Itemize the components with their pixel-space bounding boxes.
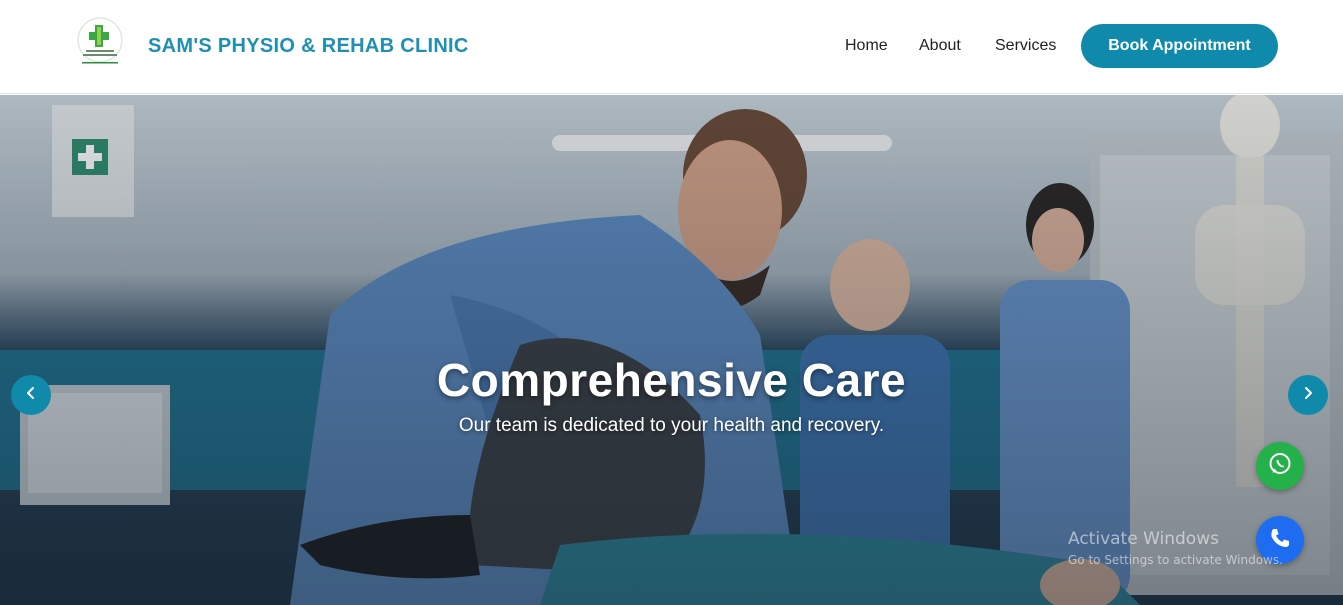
watermark-line2: Go to Settings to activate Windows.	[1068, 553, 1283, 567]
hero-title: Comprehensive Care	[436, 354, 907, 406]
hero-carousel: Comprehensive Care Our team is dedicated…	[0, 95, 1343, 605]
windows-activation-watermark: Activate Windows Go to Settings to activ…	[1068, 529, 1283, 567]
nav-home[interactable]: Home	[845, 37, 888, 55]
carousel-prev-button[interactable]	[11, 375, 51, 415]
book-appointment-button[interactable]: Book Appointment	[1081, 24, 1278, 68]
chevron-left-icon	[24, 386, 38, 405]
clinic-logo[interactable]	[74, 16, 126, 74]
chevron-right-icon	[1301, 386, 1315, 405]
nav-about[interactable]: About	[919, 37, 961, 55]
carousel-next-button[interactable]	[1288, 375, 1328, 415]
site-header: SAM'S PHYSIO & REHAB CLINIC Home About S…	[0, 0, 1343, 94]
brand-name[interactable]: SAM'S PHYSIO & REHAB CLINIC	[148, 35, 469, 58]
whatsapp-button[interactable]	[1256, 442, 1304, 490]
nav-services[interactable]: Services	[995, 37, 1056, 55]
whatsapp-icon	[1267, 451, 1293, 482]
watermark-line1: Activate Windows	[1068, 529, 1219, 549]
hero-subtitle: Our team is dedicated to your health and…	[458, 415, 885, 436]
